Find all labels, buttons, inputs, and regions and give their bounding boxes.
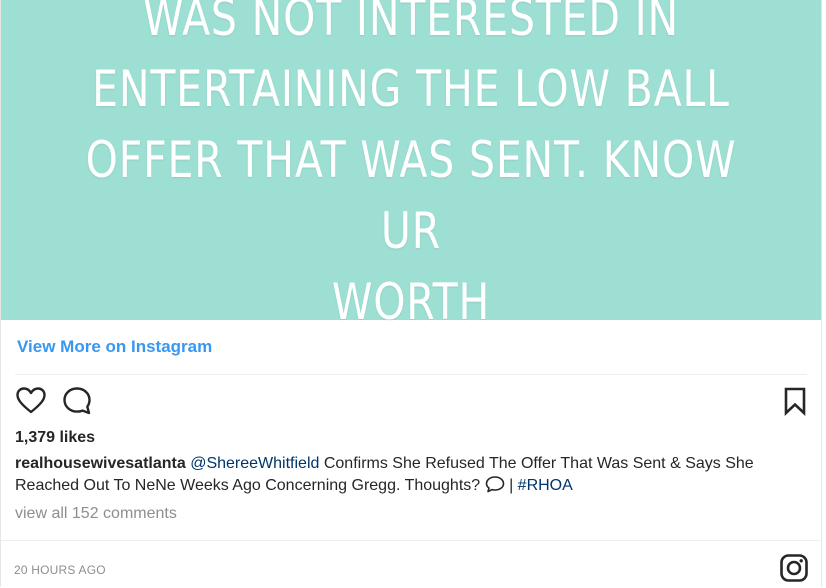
caption-separator: | xyxy=(504,477,518,494)
post-image-text: WAS NOT INTERESTED IN ENTERTAINING THE L… xyxy=(75,0,747,338)
view-more-link[interactable]: View More on Instagram xyxy=(15,337,212,357)
caption-hashtag[interactable]: #RHOA xyxy=(518,477,573,494)
instagram-icon[interactable] xyxy=(779,553,809,583)
post-image[interactable]: WAS NOT INTERESTED IN ENTERTAINING THE L… xyxy=(1,0,821,331)
view-all-comments-link[interactable]: view all 152 comments xyxy=(15,503,807,525)
comment-icon[interactable] xyxy=(61,385,93,417)
caption-username[interactable]: realhousewivesatlanta xyxy=(15,455,186,472)
post-image-text-line: WAS NOT INTERESTED IN xyxy=(142,0,680,47)
instagram-embed-card: WAS NOT INTERESTED IN ENTERTAINING THE L… xyxy=(0,0,822,587)
post-image-text-line: WORTH xyxy=(331,272,491,331)
action-bar xyxy=(15,375,807,425)
post-caption: realhousewivesatlanta @ShereeWhitfield C… xyxy=(15,453,807,497)
bookmark-icon[interactable] xyxy=(779,385,811,417)
post-timestamp[interactable]: 20 HOURS AGO xyxy=(14,563,106,577)
post-image-text-line: ENTERTAINING THE LOW BALL xyxy=(92,59,730,118)
heart-icon[interactable] xyxy=(15,385,47,417)
speech-bubble-icon xyxy=(485,475,505,493)
caption-mention[interactable]: @ShereeWhitfield xyxy=(190,455,319,472)
post-image-text-line: OFFER THAT WAS SENT. KNOW UR xyxy=(85,130,737,260)
likes-count[interactable]: 1,379 likes xyxy=(15,425,807,451)
post-footer: 20 HOURS AGO xyxy=(1,540,821,587)
